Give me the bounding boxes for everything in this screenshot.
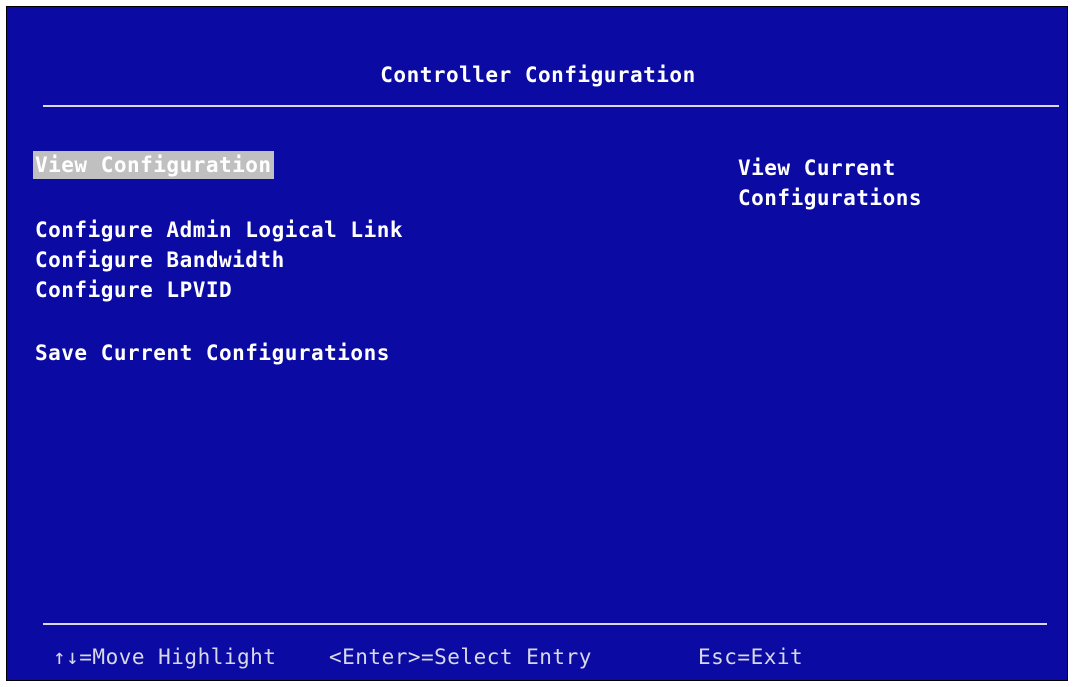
menu-item-view-configuration[interactable]: View Configuration xyxy=(33,151,274,179)
menu-item-configure-admin-logical-link[interactable]: Configure Admin Logical Link xyxy=(35,216,403,244)
bottom-divider xyxy=(43,623,1047,625)
menu-item-configure-lpvid[interactable]: Configure LPVID xyxy=(35,276,232,304)
menu-item-configure-bandwidth[interactable]: Configure Bandwidth xyxy=(35,246,285,274)
page-title: Controller Configuration xyxy=(380,63,696,87)
footer-select-hint: <Enter>=Select Entry xyxy=(329,645,592,669)
footer-exit-hint: Esc=Exit xyxy=(698,645,804,669)
help-panel: View Current Configurations xyxy=(738,153,1038,213)
footer-move-hint: ↑↓=Move Highlight xyxy=(53,645,277,669)
help-text-line-1: View Current xyxy=(738,156,896,180)
bios-config-screen: Controller Configuration View Configurat… xyxy=(6,6,1068,681)
help-text-line-2: Configurations xyxy=(738,186,923,210)
menu-item-save-current-configurations[interactable]: Save Current Configurations xyxy=(35,339,390,367)
top-divider xyxy=(43,105,1059,107)
